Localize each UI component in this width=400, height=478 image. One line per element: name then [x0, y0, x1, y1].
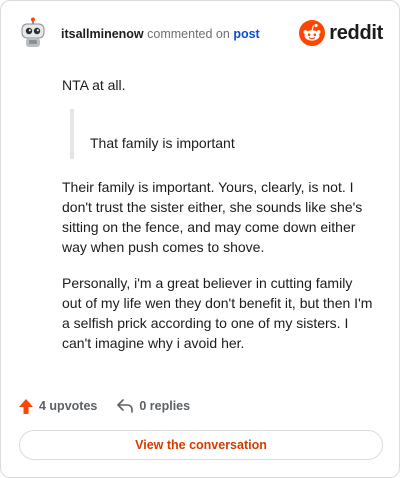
replies-stat[interactable]: 0 replies: [117, 399, 190, 413]
comment-paragraph: Their family is important. Yours, clearl…: [62, 179, 363, 255]
comment-stats: 4 upvotes 0 replies: [19, 395, 190, 417]
action-text: commented on: [147, 27, 230, 41]
comment-header: itsallminenow commented on post reddit: [19, 17, 383, 53]
view-conversation-button[interactable]: View the conversation: [19, 430, 383, 460]
upvotes-count: 4 upvotes: [39, 399, 98, 413]
quote-text: That family is important: [90, 135, 235, 151]
brand-wordmark: reddit: [329, 21, 383, 44]
reddit-logo-icon: [299, 20, 326, 46]
replies-count: 0 replies: [139, 399, 191, 413]
upvotes-stat[interactable]: 4 upvotes: [19, 398, 98, 414]
upvote-arrow-icon: [19, 398, 33, 414]
comment-meta: itsallminenow commented on post: [61, 26, 260, 42]
blockquote: That family is important: [70, 109, 374, 159]
reddit-brand[interactable]: reddit: [299, 19, 383, 47]
post-link[interactable]: post: [233, 27, 259, 41]
reply-arrow-icon: [117, 399, 134, 413]
embedded-comment-card: itsallminenow commented on post reddit N…: [0, 0, 400, 478]
comment-opening: NTA at all.: [62, 77, 126, 93]
snoo-avatar-icon[interactable]: [19, 17, 47, 49]
username-link[interactable]: itsallminenow: [61, 27, 144, 41]
comment-paragraph: Personally, i'm a great believer in cutt…: [62, 275, 373, 351]
